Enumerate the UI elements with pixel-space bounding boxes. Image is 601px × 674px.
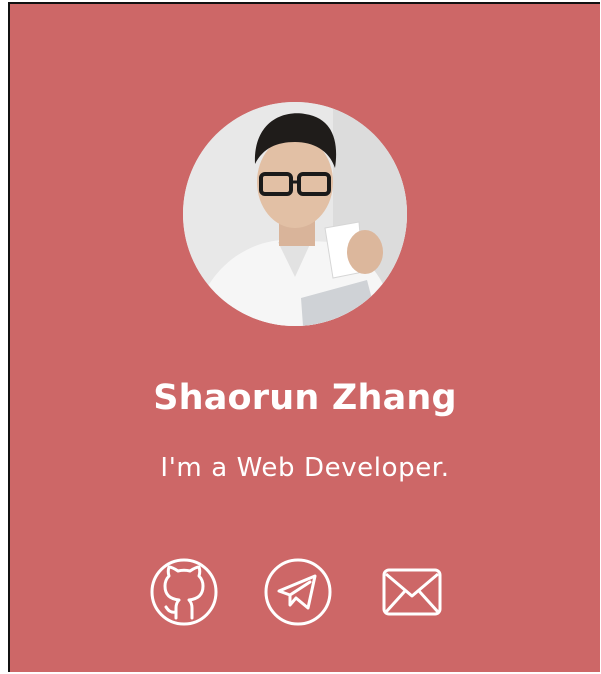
mail-icon (382, 568, 442, 616)
profile-card: Shaorun Zhang I'm a Web Developer. (8, 2, 600, 672)
github-icon (150, 558, 218, 626)
mail-link[interactable] (376, 556, 448, 628)
telegram-link[interactable] (262, 556, 334, 628)
telegram-icon (264, 558, 332, 626)
profile-name: Shaorun Zhang (153, 378, 457, 418)
social-links (148, 556, 448, 628)
github-link[interactable] (148, 556, 220, 628)
profile-role: I'm a Web Developer. (160, 453, 450, 483)
avatar-photo (183, 102, 407, 326)
avatar (183, 102, 407, 326)
